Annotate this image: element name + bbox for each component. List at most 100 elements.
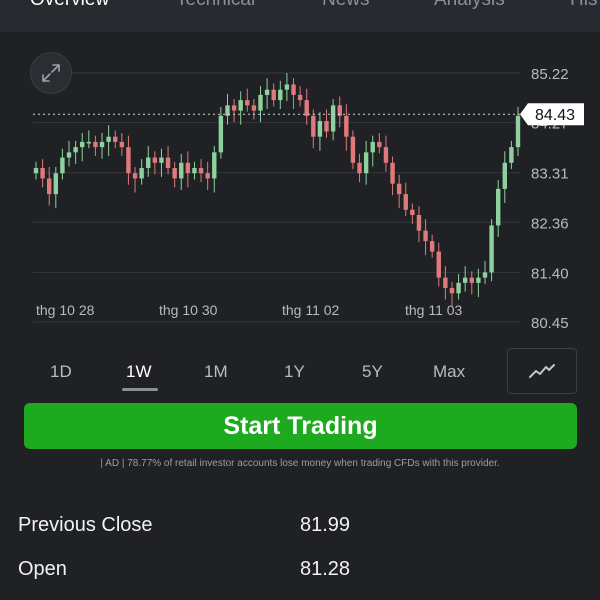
candle-body: [238, 100, 243, 111]
candlestick-chart[interactable]: 85.2284.2783.3182.3681.4080.45thg 10 28t…: [0, 32, 600, 342]
x-tick-label: thg 10 28: [36, 302, 95, 318]
candle-body: [185, 162, 191, 174]
candle-body: [99, 141, 105, 148]
section-tabs: Overview Technical News Analysis His: [0, 0, 600, 32]
candle-body: [205, 173, 210, 179]
tab-analysis[interactable]: Analysis: [434, 0, 505, 11]
candle-body: [106, 136, 111, 142]
candle-body: [456, 282, 461, 294]
start-trading-button[interactable]: Start Trading: [24, 403, 577, 449]
candle-body: [218, 115, 224, 153]
candle-body: [139, 168, 144, 179]
candle-body: [416, 214, 422, 231]
candle-body: [344, 115, 349, 137]
candle-body: [47, 178, 52, 195]
candle-body: [258, 94, 263, 111]
candle-body: [251, 105, 257, 111]
candle-body: [403, 194, 408, 210]
range-1y-button[interactable]: 1Y: [284, 362, 305, 382]
range-1d-button[interactable]: 1D: [50, 362, 72, 382]
candle-body: [383, 147, 389, 163]
candle-body: [146, 157, 151, 169]
candle-body: [317, 121, 323, 137]
candle-body: [509, 147, 514, 163]
candle-body: [469, 277, 474, 283]
x-tick-label: thg 10 30: [159, 302, 218, 318]
candle-body: [515, 115, 521, 148]
candle-body: [73, 147, 78, 153]
candle-body: [132, 173, 138, 179]
tab-technical[interactable]: Technical: [176, 0, 255, 11]
candle-body: [60, 157, 65, 174]
y-tick-label: 81.40: [531, 265, 569, 282]
candle-body: [390, 162, 395, 184]
candle-body: [370, 141, 375, 153]
candle-body: [502, 162, 507, 189]
candle-body: [429, 241, 435, 252]
ad-disclaimer: | AD | 78.77% of retail investor account…: [100, 458, 500, 469]
candle-body: [271, 89, 276, 101]
candle-body: [482, 272, 488, 278]
chart-type-button[interactable]: [507, 348, 577, 394]
expand-chart-button[interactable]: [30, 52, 72, 94]
candle-body: [410, 209, 415, 215]
range-1w-button[interactable]: 1W: [126, 362, 152, 382]
tab-news[interactable]: News: [322, 0, 370, 11]
stat-row-open: Open 81.28: [0, 552, 600, 592]
stat-label: Previous Close: [18, 514, 153, 536]
candle-body: [377, 141, 382, 148]
candle-body: [66, 152, 72, 158]
tab-overview[interactable]: Overview: [30, 0, 109, 11]
candle-body: [165, 157, 171, 169]
candle-body: [53, 173, 59, 195]
candle-body: [330, 105, 336, 132]
candle-body: [245, 100, 250, 106]
candle-body: [40, 168, 45, 179]
range-5y-button[interactable]: 5Y: [362, 362, 383, 382]
stat-value: 81.99: [300, 514, 351, 536]
candle-body: [297, 94, 303, 101]
candle-body: [33, 168, 39, 174]
active-range-indicator: [122, 388, 158, 391]
y-tick-label: 83.31: [531, 166, 569, 183]
candle-body: [324, 121, 329, 132]
candle-body: [304, 100, 309, 116]
candle-body: [179, 162, 184, 179]
candle-body: [396, 183, 402, 195]
candle-body: [291, 84, 296, 95]
current-price-label: 84.43: [535, 107, 575, 124]
candle-body: [86, 141, 92, 144]
candle-body: [443, 277, 448, 289]
candle-body: [462, 277, 468, 283]
y-tick-label: 85.22: [531, 66, 569, 83]
candle-body: [357, 162, 362, 174]
line-chart-icon: [529, 364, 555, 378]
candle-body: [119, 141, 125, 148]
candle-body: [449, 288, 455, 294]
stat-label: Open: [18, 558, 67, 580]
x-tick-label: thg 11 03: [405, 302, 463, 318]
candle-body: [192, 168, 197, 174]
candle-body: [152, 157, 158, 163]
y-tick-label: 80.45: [531, 315, 569, 332]
candle-body: [80, 141, 85, 148]
candle-body: [311, 115, 316, 137]
candle-body: [423, 230, 428, 242]
range-max-button[interactable]: Max: [433, 362, 465, 382]
stat-value: 81.28: [300, 558, 351, 580]
candle-body: [93, 141, 98, 148]
expand-icon: [42, 64, 60, 82]
tab-history[interactable]: His: [570, 0, 597, 11]
price-chart-area: 85.2284.2783.3182.3681.4080.45thg 10 28t…: [0, 32, 600, 342]
candle-body: [350, 136, 356, 163]
candle-body: [264, 89, 270, 95]
x-tick-label: thg 11 02: [282, 302, 340, 318]
candle-body: [436, 251, 441, 278]
range-1m-button[interactable]: 1M: [204, 362, 228, 382]
candle-body: [231, 105, 237, 111]
candle-body: [172, 168, 177, 179]
candle-body: [159, 157, 164, 163]
candle-body: [198, 168, 204, 174]
candle-body: [126, 147, 131, 174]
stat-row-previous-close: Previous Close 81.99: [0, 508, 600, 548]
